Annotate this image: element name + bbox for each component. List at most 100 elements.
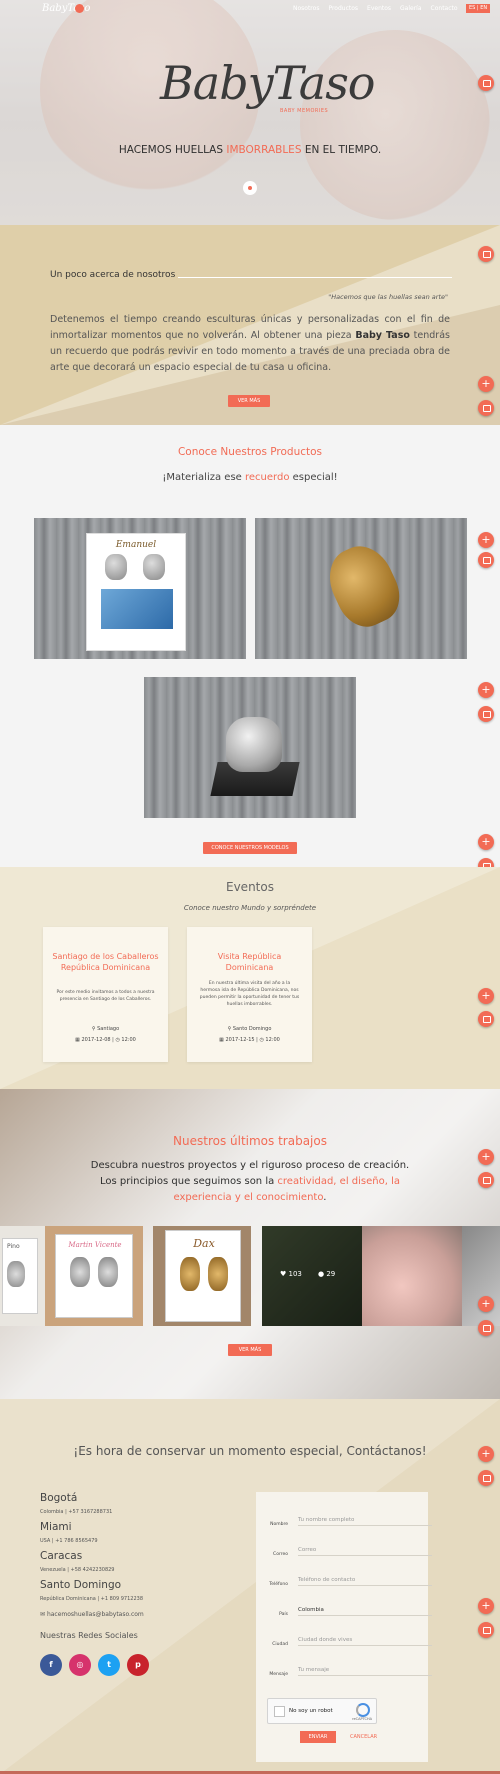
side-action-button[interactable] (478, 75, 494, 91)
nav-item-contacto[interactable]: Contacto (431, 5, 458, 12)
city-name: Miami (40, 1521, 72, 1533)
side-plus-button[interactable] (478, 1446, 494, 1462)
side-plus-button[interactable] (478, 1149, 494, 1165)
contact-email[interactable]: ✉ hacemoshuellas@babytaso.com (40, 1611, 144, 1618)
products-models-button[interactable]: CONOCE NUESTROS MODELOS (203, 842, 297, 854)
captcha-label: No soy un robot (289, 1708, 333, 1714)
side-plus-button[interactable] (478, 682, 494, 698)
side-plus-button[interactable] (478, 1598, 494, 1614)
shadow-box-frame: Emanuel (86, 533, 186, 651)
side-plus-button[interactable] (478, 376, 494, 392)
city-field[interactable]: Ciudad donde vives (298, 1634, 432, 1646)
field-label-country: País (279, 1612, 288, 1617)
events-title: Eventos (226, 880, 274, 894)
silver-hands-sculpture (226, 717, 282, 772)
language-switch[interactable]: ES | EN (466, 4, 491, 13)
side-plus-button[interactable] (478, 532, 494, 548)
side-action-button[interactable] (478, 1622, 494, 1638)
facebook-icon[interactable]: f (40, 1654, 62, 1676)
side-plus-button[interactable] (478, 1296, 494, 1312)
social-title: Nuestras Redes Sociales (40, 1631, 138, 1640)
twitter-icon[interactable]: t (98, 1654, 120, 1676)
side-action-button[interactable] (478, 552, 494, 568)
event-title: Santiago de los Caballeros República Dom… (52, 952, 159, 972)
product-image-gold-hands[interactable] (255, 518, 467, 659)
products-title: Conoce Nuestros Productos (177, 446, 323, 458)
frame-name: Emanuel (115, 540, 157, 550)
recaptcha-icon (356, 1703, 370, 1717)
nav-item-galeria[interactable]: Galería (400, 5, 422, 12)
event-title: Visita República Dominicana (217, 952, 282, 972)
event-card[interactable]: Santiago de los Caballeros República Dom… (43, 927, 168, 1062)
phone-field[interactable]: Teléfono de contacto (298, 1574, 432, 1586)
gallery-tile[interactable] (362, 1226, 462, 1326)
gallery-tile[interactable]: Dax (153, 1226, 251, 1326)
events-subtitle: Conoce nuestro Mundo y sorpréndete (183, 904, 317, 912)
about-more-button[interactable]: VER MÁS (228, 395, 270, 407)
heart-icon: ♥ (280, 1270, 289, 1278)
country-select[interactable]: Colombia (298, 1604, 432, 1616)
side-action-button[interactable] (478, 1320, 494, 1336)
field-label-message: Mensaje (269, 1672, 288, 1677)
product-image-frame[interactable]: Emanuel (34, 518, 246, 659)
side-plus-button[interactable] (478, 834, 494, 850)
side-action-button[interactable] (478, 246, 494, 262)
event-date: ▦ 2017-12-08 | ◷ 12:00 (75, 1037, 136, 1043)
scroll-down-button[interactable] (243, 181, 257, 195)
hero-tagline: HACEMOS HUELLAS IMBORRABLES EN EL TIEMPO… (118, 144, 382, 156)
recaptcha-widget: No soy un robot reCAPTCHA (267, 1698, 377, 1724)
instagram-icon[interactable]: ◎ (69, 1654, 91, 1676)
about-text: Detenemos el tiempo creando esculturas ú… (50, 314, 450, 373)
event-location: ⚲ Santo Domingo (227, 1026, 272, 1032)
silver-foot-sculpture (105, 554, 127, 580)
works-more-button[interactable]: VER MÁS (228, 1344, 272, 1356)
side-action-button[interactable] (478, 400, 494, 416)
mail-icon: ✉ (40, 1611, 47, 1618)
gallery-tile[interactable]: Martin Vicente (45, 1226, 143, 1326)
city-name: Caracas (40, 1550, 83, 1562)
gallery-tile[interactable]: Pino (0, 1226, 45, 1326)
about-quote: "Hacemos que las huellas sean arte" (328, 293, 448, 301)
side-action-button[interactable] (478, 1172, 494, 1188)
products-subtitle: ¡Materializa ese recuerdo especial! (162, 472, 338, 483)
gold-hands-sculpture (318, 536, 410, 636)
side-action-button[interactable] (478, 706, 494, 722)
nav-item-eventos[interactable]: Eventos (367, 5, 391, 12)
send-button[interactable]: ENVIAR (300, 1731, 336, 1743)
top-navbar: BabyTaso Nosotros Productos Eventos Gale… (0, 0, 500, 18)
captcha-checkbox[interactable] (274, 1706, 285, 1717)
nav-item-nosotros[interactable]: Nosotros (293, 5, 319, 12)
side-action-button[interactable] (478, 1011, 494, 1027)
nav-menu: Nosotros Productos Eventos Galería Conta… (293, 5, 458, 12)
divider (178, 277, 452, 278)
cancel-button[interactable]: CANCELAR (350, 1731, 377, 1743)
event-card[interactable]: Visita República Dominicana En nuestra ú… (187, 927, 312, 1062)
name-field[interactable]: Tu nombre completo (298, 1514, 432, 1526)
logo-badge-icon (75, 4, 84, 13)
event-description: En nuestra última visita del año a la he… (199, 981, 300, 1007)
field-label-city: Ciudad (272, 1642, 288, 1647)
side-plus-button[interactable] (478, 988, 494, 1004)
email-field[interactable]: Correo (298, 1544, 432, 1556)
event-location: ⚲ Santiago (91, 1026, 120, 1032)
city-info: Venezuela | +58 4242230829 (40, 1567, 115, 1573)
message-field[interactable]: Tu mensaje (298, 1664, 432, 1676)
works-title: Nuestros últimos trabajos (173, 1134, 327, 1148)
instagram-overlay[interactable]: ♥ 103 ● 29 (262, 1226, 362, 1326)
silver-foot-sculpture (143, 554, 165, 580)
field-label-email: Correo (273, 1552, 288, 1557)
city-name: Santo Domingo (40, 1579, 122, 1591)
city-info: Colombia | +57 3167288731 (40, 1509, 113, 1515)
works-description: Descubra nuestros proyectos y el riguros… (90, 1160, 410, 1203)
product-image-silver[interactable] (144, 677, 356, 818)
recaptcha-brand: reCAPTCHA (352, 1717, 372, 1721)
side-action-button[interactable] (478, 1470, 494, 1486)
baby-photo (101, 589, 173, 629)
field-label-name: Nombre (270, 1522, 288, 1527)
brand-logo: BabyTaso (160, 56, 376, 110)
tagline-highlight: IMBORRABLES (226, 144, 302, 156)
pinterest-icon[interactable]: p (127, 1654, 149, 1676)
field-label-phone: Teléfono (269, 1582, 288, 1587)
nav-item-productos[interactable]: Productos (328, 5, 358, 12)
about-title: Un poco acerca de nosotros (50, 270, 176, 280)
